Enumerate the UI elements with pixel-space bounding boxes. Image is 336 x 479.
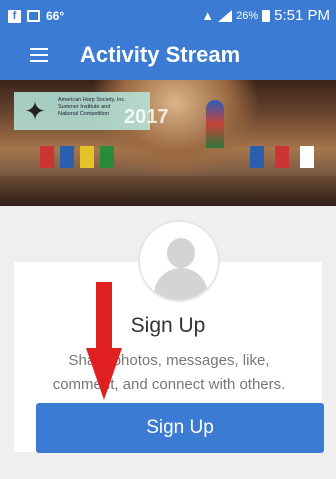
battery-percent: 26% xyxy=(236,9,259,22)
wifi-icon: ▲ xyxy=(201,8,215,23)
signal-icon xyxy=(218,9,233,22)
avatar-body xyxy=(154,268,208,300)
avatar-head xyxy=(167,238,195,268)
temperature: 66° xyxy=(46,9,65,23)
arrow-shaft xyxy=(96,282,112,352)
flag xyxy=(300,146,314,168)
flag xyxy=(100,146,114,168)
flag xyxy=(40,146,54,168)
stained-glass-window xyxy=(206,100,224,148)
status-right: ▲ 26% 5:51 PM xyxy=(201,7,330,24)
harp-star-icon: ✦ xyxy=(24,96,46,126)
facebook-icon: f xyxy=(8,9,21,23)
page-title: Activity Stream xyxy=(80,42,241,67)
image-icon xyxy=(27,10,40,22)
status-left: f 66° xyxy=(8,9,64,23)
flag xyxy=(275,146,289,168)
battery-icon xyxy=(262,9,271,22)
logo-text: American Harp Society, Inc. Summer Insti… xyxy=(58,97,126,117)
signup-description: Share photos, messages, like, comment, a… xyxy=(52,352,286,393)
signup-title: Sign Up xyxy=(130,314,206,337)
app-bar: Activity Stream xyxy=(0,32,336,80)
clock: 5:51 PM xyxy=(274,7,330,24)
red-arrow-annotation xyxy=(86,282,122,400)
arrow-head xyxy=(86,348,122,400)
flag xyxy=(60,146,74,168)
avatar-placeholder-icon xyxy=(138,220,220,302)
flag xyxy=(250,146,264,168)
signup-button[interactable]: Sign Up xyxy=(36,403,324,453)
event-logo: ✦ American Harp Society, Inc. Summer Ins… xyxy=(14,92,169,130)
logo-year: 2017 xyxy=(124,106,169,128)
hamburger-menu-icon[interactable] xyxy=(30,48,48,62)
banner-image: ✦ American Harp Society, Inc. Summer Ins… xyxy=(0,80,336,206)
floor xyxy=(0,176,336,206)
status-bar: f 66° ▲ 26% 5:51 PM xyxy=(0,0,336,32)
flag xyxy=(80,146,94,168)
